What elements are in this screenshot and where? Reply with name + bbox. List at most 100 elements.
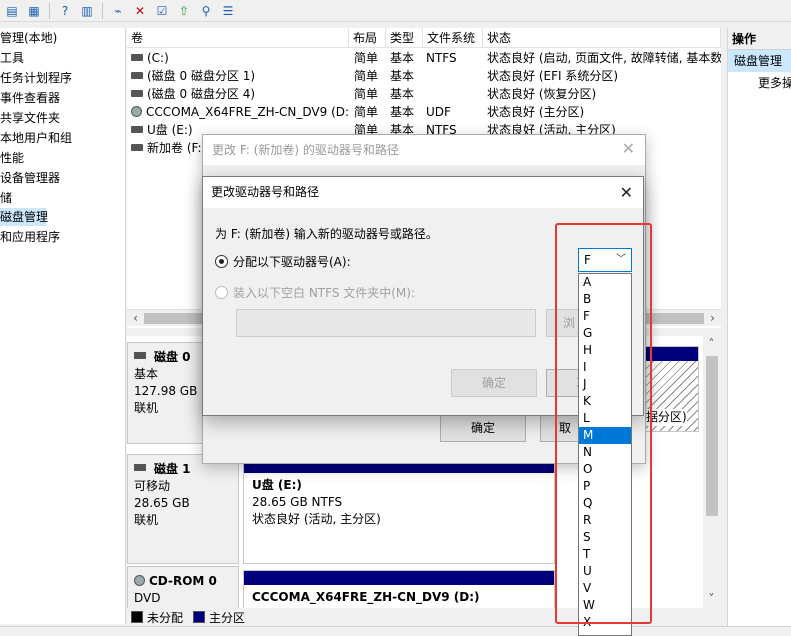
radio-icon[interactable]: [215, 286, 228, 299]
action-pane: 操作 磁盘管理 更多操: [727, 28, 791, 626]
drive-option[interactable]: R: [579, 512, 631, 529]
drive-option-highlighted[interactable]: M: [579, 427, 631, 444]
volume-status: 状态良好 (EFI 系统分区): [487, 69, 619, 83]
action-disk-management[interactable]: 磁盘管理: [728, 50, 791, 72]
volume-type: 基本: [390, 105, 415, 119]
drive-option[interactable]: F: [579, 308, 631, 325]
show-hide-tree-icon[interactable]: ▤: [2, 2, 22, 20]
drive-option[interactable]: K: [579, 393, 631, 410]
tree-item-performance[interactable]: 性能: [0, 149, 24, 167]
close-icon[interactable]: ✕: [622, 139, 635, 158]
tree-item-event-viewer[interactable]: 事件查看器: [0, 89, 60, 107]
tree-item-storage[interactable]: 储: [0, 189, 12, 207]
column-header-volume[interactable]: 卷: [127, 28, 349, 48]
volume-icon: [131, 90, 143, 97]
drive-option[interactable]: N: [579, 444, 631, 461]
column-header-layout[interactable]: 布局: [349, 28, 386, 48]
drive-option[interactable]: Q: [579, 495, 631, 512]
properties-icon[interactable]: ▦: [24, 2, 44, 20]
console-tree: 管理(本地) 工具 任务计划程序 事件查看器 共享文件夹 本地用户和组 性能 设…: [0, 28, 126, 624]
volume-icon: [131, 54, 143, 61]
volume-status: 状态良好 (主分区): [487, 105, 585, 119]
drive-option[interactable]: B: [579, 291, 631, 308]
tree-item-task-scheduler[interactable]: 任务计划程序: [0, 69, 72, 87]
volume-icon: [131, 126, 143, 133]
toolbar-separator: [102, 2, 103, 19]
assign-letter-option[interactable]: 分配以下驱动器号(A):: [215, 253, 351, 270]
scroll-down-icon[interactable]: ˅: [703, 591, 720, 608]
column-header-type[interactable]: 类型: [386, 28, 423, 48]
drive-option[interactable]: L: [579, 410, 631, 427]
tree-item-computer-management[interactable]: 管理(本地): [0, 29, 57, 47]
search-icon[interactable]: ⚲: [196, 2, 216, 20]
help-icon[interactable]: ?: [55, 2, 75, 20]
disk-icon: [134, 352, 146, 359]
tree-item-shared-folders[interactable]: 共享文件夹: [0, 109, 60, 127]
drive-option[interactable]: A: [579, 274, 631, 291]
disk-name: 磁盘 0: [154, 350, 191, 364]
drive-option[interactable]: H: [579, 342, 631, 359]
legend-swatch-primary: [193, 611, 206, 623]
table-row[interactable]: (C:) 简单 基本 NTFS 状态良好 (启动, 页面文件, 故障转储, 基本…: [127, 49, 721, 67]
volume-layout: 简单: [354, 87, 379, 101]
scroll-right-icon[interactable]: ›: [704, 310, 721, 327]
drive-option[interactable]: S: [579, 529, 631, 546]
tree-item-device-manager[interactable]: 设备管理器: [0, 169, 60, 187]
volume-status: 状态良好 (恢复分区): [487, 87, 597, 101]
action-more[interactable]: 更多操: [728, 72, 791, 94]
volume-icon: [131, 72, 143, 79]
dialog-prompt: 为 F: (新加卷) 输入新的驱动器号或路径。: [215, 227, 438, 241]
delete-icon[interactable]: ✕: [130, 2, 150, 20]
radio-selected-icon[interactable]: [215, 255, 228, 268]
drive-option[interactable]: V: [579, 580, 631, 597]
ok-button[interactable]: 确定: [451, 369, 537, 397]
folder-path-input[interactable]: [236, 309, 536, 337]
volume-layout: 简单: [354, 69, 379, 83]
volume-name: (磁盘 0 磁盘分区 4): [147, 87, 256, 101]
up-arrow-icon[interactable]: ⇧: [174, 2, 194, 20]
drive-option[interactable]: J: [579, 376, 631, 393]
scrollbar-thumb[interactable]: [706, 356, 718, 516]
drive-letter-select[interactable]: F ﹀: [578, 248, 632, 272]
drive-option[interactable]: X: [579, 614, 631, 631]
vertical-scrollbar[interactable]: ˄ ˅: [703, 336, 721, 608]
table-row[interactable]: CCCOMA_X64FRE_ZH-CN_DV9 (D:) 简单 基本 UDF 状…: [127, 103, 721, 121]
column-header-status[interactable]: 状态: [483, 28, 721, 48]
selected-drive-letter: F: [584, 253, 591, 267]
tree-item-local-users[interactable]: 本地用户和组: [0, 129, 72, 147]
drive-option[interactable]: T: [579, 546, 631, 563]
tree-item-disk-management[interactable]: 磁盘管理: [0, 208, 48, 226]
drive-option[interactable]: I: [579, 359, 631, 376]
drive-option[interactable]: P: [579, 478, 631, 495]
drive-option[interactable]: O: [579, 461, 631, 478]
close-icon[interactable]: ✕: [620, 183, 633, 202]
tree-item-system-tools[interactable]: 工具: [0, 49, 24, 67]
partition-bar: [244, 571, 554, 585]
partition-disk0-data[interactable]: 据分区): [645, 346, 699, 432]
mount-folder-option[interactable]: 装入以下空白 NTFS 文件夹中(M):: [215, 284, 415, 301]
action-pane-icon[interactable]: ▥: [77, 2, 97, 20]
volume-name: 新加卷 (F:): [147, 141, 207, 155]
list-icon[interactable]: ☰: [218, 2, 238, 20]
ok-button[interactable]: 确定: [440, 414, 526, 442]
scroll-up-icon[interactable]: ˄: [703, 336, 720, 353]
table-row[interactable]: (磁盘 0 磁盘分区 4) 简单 基本 状态良好 (恢复分区): [127, 85, 721, 103]
table-row[interactable]: (磁盘 0 磁盘分区 1) 简单 基本 状态良好 (EFI 系统分区): [127, 67, 721, 85]
option-label: 装入以下空白 NTFS 文件夹中(M):: [233, 286, 416, 300]
check-icon[interactable]: ☑: [152, 2, 172, 20]
legend-primary-label: 主分区: [209, 610, 246, 625]
disk-1-label[interactable]: 磁盘 1 可移动 28.65 GB 联机: [127, 454, 239, 564]
drive-option[interactable]: W: [579, 597, 631, 614]
drive-option[interactable]: G: [579, 325, 631, 342]
connect-drive-icon[interactable]: ⌁: [108, 2, 128, 20]
disk-name: CD-ROM 0: [149, 574, 217, 588]
scroll-left-icon[interactable]: ‹: [127, 310, 144, 327]
drive-option[interactable]: U: [579, 563, 631, 580]
column-header-filesystem[interactable]: 文件系统: [423, 28, 483, 48]
tree-item-services-apps[interactable]: 和应用程序: [0, 228, 60, 246]
chevron-down-icon[interactable]: ﹀: [616, 249, 626, 271]
volume-layout: 简单: [354, 51, 379, 65]
drive-letter-list[interactable]: A B F G H I J K L M N O P Q R S T U V W …: [578, 273, 632, 636]
legend-swatch-unallocated: [131, 611, 143, 623]
partition-usb-e[interactable]: U盘 (E:) 28.65 GB NTFS 状态良好 (活动, 主分区): [243, 458, 555, 564]
